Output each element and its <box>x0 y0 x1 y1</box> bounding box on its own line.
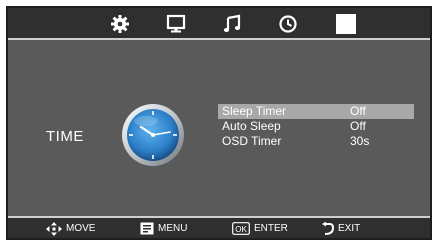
hint-move-label: MOVE <box>66 223 96 234</box>
menu-item-label: Auto Sleep <box>222 119 281 133</box>
category-tab-bar <box>8 8 430 40</box>
menu-item-label: Sleep Timer <box>222 104 287 118</box>
tab-time-settings[interactable] <box>276 12 300 36</box>
hint-menu: MENU <box>140 221 187 236</box>
ok-button-icon: OK <box>232 222 250 235</box>
four-way-arrow-icon <box>46 221 62 236</box>
menu-item-label: OSD Timer <box>222 134 282 148</box>
blank-selected-icon <box>336 14 356 34</box>
time-settings-menu: Sleep Timer Off Auto Sleep Off OSD Timer… <box>218 104 414 149</box>
tab-screen-settings[interactable] <box>164 12 188 36</box>
menu-item-auto-sleep[interactable]: Auto Sleep Off <box>218 119 414 134</box>
menu-item-sleep-timer[interactable]: Sleep Timer Off <box>218 104 414 119</box>
menu-item-value: 30s <box>350 134 370 148</box>
menu-item-value: Off <box>350 119 366 133</box>
settings-panel: TIME Sleep Timer Off Auto Sleep Off OSD … <box>8 40 430 218</box>
hint-enter-label: ENTER <box>254 223 288 234</box>
tab-sound-settings[interactable] <box>220 12 244 36</box>
music-note-icon <box>223 14 241 32</box>
time-clock-icon <box>122 104 184 166</box>
tab-picture-settings[interactable] <box>108 12 132 36</box>
osd-window: TIME Sleep Timer Off Auto Sleep Off OSD … <box>6 6 432 240</box>
menu-list-icon <box>140 222 154 235</box>
tab-other-settings[interactable] <box>334 12 358 36</box>
section-title: TIME <box>46 128 84 145</box>
menu-item-osd-timer[interactable]: OSD Timer 30s <box>218 134 414 149</box>
hint-exit: EXIT <box>322 221 360 236</box>
hint-exit-label: EXIT <box>338 223 361 234</box>
hint-move: MOVE <box>46 221 95 236</box>
clock-icon <box>279 15 297 33</box>
menu-item-value: Off <box>350 104 366 118</box>
hint-menu-label: MENU <box>158 223 188 234</box>
monitor-icon <box>166 14 186 33</box>
hint-enter: OK ENTER <box>232 221 288 236</box>
return-arrow-icon <box>322 221 334 235</box>
ok-key-label: OK <box>235 225 247 234</box>
navigation-hint-bar: MOVE MENU OK ENTER EXIT <box>8 216 430 238</box>
gear-icon <box>111 15 129 33</box>
